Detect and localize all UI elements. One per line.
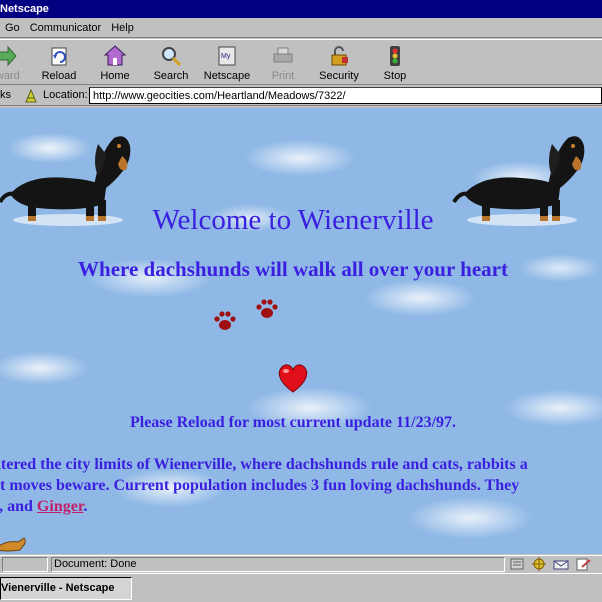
- heart-icon: [278, 364, 308, 393]
- mail-icon[interactable]: [552, 557, 570, 571]
- intro-line-1: ntered the city limits of Wienerville, w…: [0, 456, 528, 473]
- intro-line-3: y, and Ginger.: [0, 496, 602, 517]
- security-label: Security: [319, 70, 359, 82]
- menu-bar: Go Communicator Help: [0, 18, 602, 38]
- intro-line-2: at moves beware. Current population incl…: [0, 477, 520, 494]
- navigator-icon[interactable]: [530, 557, 548, 571]
- composer-icon[interactable]: [574, 557, 592, 571]
- status-bar: Document: Done: [0, 555, 602, 572]
- security-indicator[interactable]: [2, 557, 48, 572]
- status-text: Document: Done: [51, 557, 505, 572]
- stop-traffic-light-icon: [390, 46, 400, 66]
- offline-indicator-icon[interactable]: [508, 557, 526, 571]
- page-heading: Welcome to Wienerville: [152, 204, 434, 236]
- forward-button[interactable]: rward: [0, 42, 34, 84]
- search-button[interactable]: Search: [143, 42, 199, 84]
- reload-label: Reload: [41, 70, 77, 82]
- page-proxy-icon[interactable]: [23, 88, 39, 104]
- ginger-link[interactable]: Ginger: [37, 498, 84, 515]
- page-content: Welcome to Wienerville Where dachshunds …: [0, 108, 602, 554]
- taskbar-window-button[interactable]: Vienerville - Netscape: [0, 577, 132, 600]
- stop-label: Stop: [383, 70, 407, 82]
- menu-communicator[interactable]: Communicator: [25, 19, 107, 37]
- svg-text:My: My: [221, 53, 231, 60]
- my-netscape-icon: My: [218, 46, 236, 66]
- forward-label: rward: [0, 70, 20, 82]
- window-title-bar[interactable]: Netscape: [0, 0, 602, 18]
- home-icon: [103, 45, 127, 66]
- page-tagline: Where dachshunds will walk all over your…: [78, 257, 508, 281]
- stop-button[interactable]: Stop: [367, 42, 423, 84]
- print-label: Print: [271, 70, 295, 82]
- paw-print-icon: [256, 299, 278, 318]
- paw-print-icon: [214, 311, 236, 330]
- intro-line-3-sep: , and: [0, 498, 37, 515]
- printer-icon: [273, 47, 293, 63]
- forward-arrow-icon: [0, 45, 17, 67]
- reload-icon: [51, 47, 67, 66]
- security-button[interactable]: Security: [311, 42, 367, 84]
- window-title: Netscape: [0, 3, 49, 15]
- component-bar: [508, 557, 602, 572]
- location-label: Location:: [43, 89, 88, 101]
- dachshund-thumbnail-image: [0, 537, 26, 552]
- intro-line-3-end: .: [83, 498, 88, 515]
- taskbar: Vienerville - Netscape: [0, 573, 602, 602]
- print-button[interactable]: Print: [255, 42, 311, 84]
- netscape-label: Netscape: [203, 70, 251, 82]
- url-input[interactable]: [89, 87, 602, 104]
- padlock-icon: [331, 46, 348, 66]
- intro-paragraph: ntered the city limits of Wienerville, w…: [0, 454, 602, 517]
- menu-go[interactable]: Go: [0, 19, 25, 37]
- bookmarks-button[interactable]: ks: [0, 89, 11, 101]
- reload-notice: Please Reload for most current update 11…: [129, 414, 457, 431]
- menu-help[interactable]: Help: [106, 19, 139, 37]
- location-bar: ks Location:: [0, 86, 602, 106]
- reload-button[interactable]: Reload: [31, 42, 87, 84]
- search-icon: [162, 47, 182, 67]
- navigation-toolbar: rward Reload Home Search My Netscape: [0, 39, 602, 85]
- home-button[interactable]: Home: [87, 42, 143, 84]
- home-label: Home: [100, 70, 130, 82]
- search-label: Search: [153, 70, 189, 82]
- netscape-button[interactable]: My Netscape: [199, 42, 255, 84]
